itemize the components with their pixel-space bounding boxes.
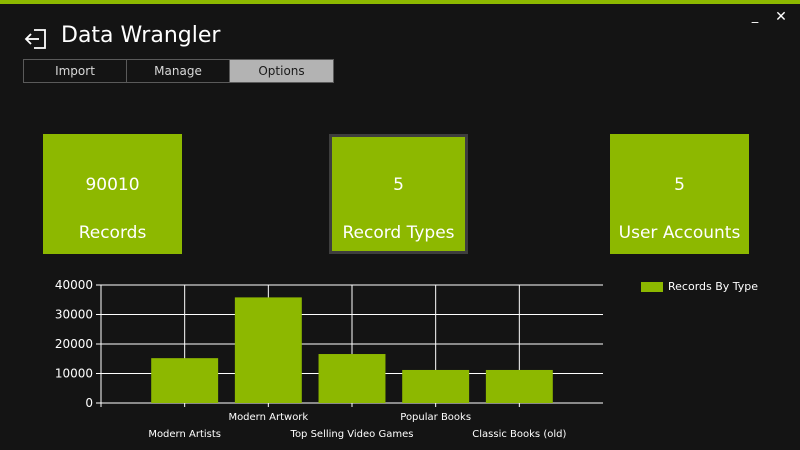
tab-options[interactable]: Options	[230, 60, 333, 82]
y-tick-label: 30000	[55, 308, 93, 322]
y-tick-label: 20000	[55, 337, 93, 351]
title-accent-bar	[0, 0, 800, 4]
y-tick-label: 0	[85, 396, 93, 410]
user-accounts-tile[interactable]: 5 User Accounts	[610, 134, 749, 254]
record-types-label: Record Types	[342, 223, 455, 243]
app-title: Data Wrangler	[61, 23, 221, 48]
x-category-label: Popular Books	[400, 412, 471, 423]
bar	[318, 354, 386, 403]
minimize-button[interactable]: _	[744, 8, 766, 26]
record-types-count: 5	[393, 175, 404, 195]
tab-import[interactable]: Import	[24, 60, 127, 82]
close-button[interactable]: ✕	[770, 8, 792, 26]
y-tick-label: 40000	[55, 278, 93, 292]
bar	[402, 369, 470, 403]
records-tile[interactable]: 90010 Records	[43, 134, 182, 254]
legend-label: Records By Type	[668, 280, 759, 293]
record-types-tile[interactable]: 5 Record Types	[329, 134, 468, 254]
tab-manage[interactable]: Manage	[127, 60, 230, 82]
bar	[485, 369, 553, 403]
legend-swatch	[641, 281, 663, 292]
x-category-label: Classic Books (old)	[472, 429, 566, 440]
user-accounts-label: User Accounts	[618, 223, 741, 243]
x-category-label: Modern Artists	[148, 429, 221, 440]
y-tick-label: 10000	[55, 367, 93, 381]
records-count: 90010	[85, 175, 140, 195]
x-category-label: Top Selling Video Games	[290, 429, 414, 440]
records-by-type-chart: 0 10000 20000 30000 40000 Modern Artists Moder…	[55, 278, 603, 440]
user-accounts-count: 5	[674, 175, 685, 195]
x-category-label: Modern Artwork	[228, 412, 308, 423]
tab-bar: Import Manage Options	[23, 59, 334, 83]
records-label: Records	[78, 223, 147, 243]
back-arrow-icon[interactable]	[24, 28, 48, 50]
bar	[234, 297, 302, 403]
chart-legend: Records By Type	[641, 280, 758, 293]
bar	[151, 358, 219, 403]
